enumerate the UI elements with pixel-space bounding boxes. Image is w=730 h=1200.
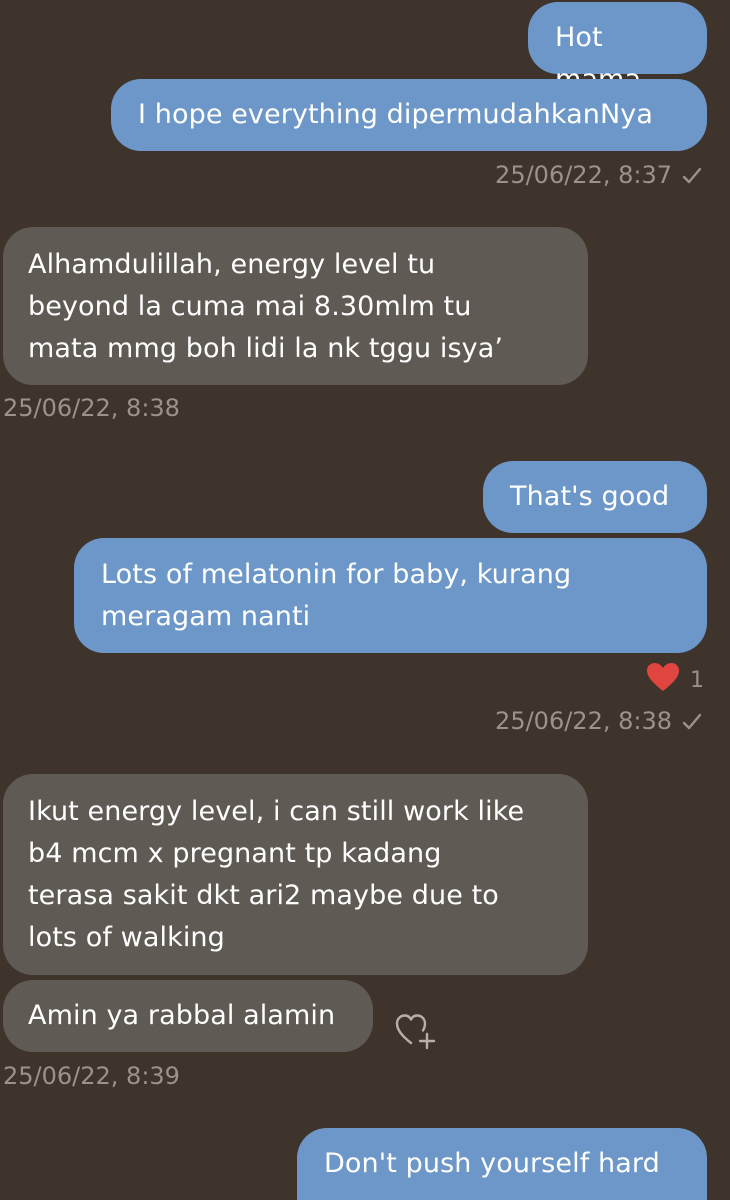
heart-icon bbox=[646, 662, 680, 698]
incoming-message[interactable]: Ikut energy level, i can still work like… bbox=[3, 774, 588, 975]
timestamp-text: 25/06/22, 8:39 bbox=[3, 1062, 180, 1090]
outgoing-message[interactable]: That's good bbox=[483, 461, 707, 533]
message-timestamp: 25/06/22, 8:38 bbox=[3, 393, 180, 423]
chat-thread: Hot mama I hope everything dipermudahkan… bbox=[0, 0, 730, 1200]
add-reaction-icon bbox=[393, 1008, 441, 1056]
timestamp-text: 25/06/22, 8:38 bbox=[3, 394, 180, 422]
reaction-count: 1 bbox=[690, 667, 704, 693]
outgoing-message[interactable]: Don't push yourself hard bbox=[297, 1128, 707, 1200]
message-timestamp: 25/06/22, 8:37 bbox=[495, 160, 702, 190]
check-icon bbox=[682, 167, 702, 185]
message-timestamp: 25/06/22, 8:38 bbox=[495, 706, 702, 736]
outgoing-message[interactable]: Hot mama bbox=[528, 2, 707, 95]
outgoing-message[interactable]: Lots of melatonin for baby, kurang merag… bbox=[74, 538, 707, 653]
timestamp-text: 25/06/22, 8:37 bbox=[495, 161, 672, 189]
message-timestamp: 25/06/22, 8:39 bbox=[3, 1061, 180, 1091]
timestamp-text: 25/06/22, 8:38 bbox=[495, 707, 672, 735]
message-reaction[interactable]: 1 bbox=[646, 662, 704, 698]
add-reaction-button[interactable] bbox=[393, 1008, 441, 1056]
check-icon bbox=[682, 713, 702, 731]
incoming-message[interactable]: Alhamdulillah, energy level tu beyond la… bbox=[3, 227, 588, 385]
incoming-message[interactable]: Amin ya rabbal alamin bbox=[3, 980, 373, 1052]
outgoing-message[interactable]: I hope everything dipermudahkanNya bbox=[111, 79, 707, 151]
